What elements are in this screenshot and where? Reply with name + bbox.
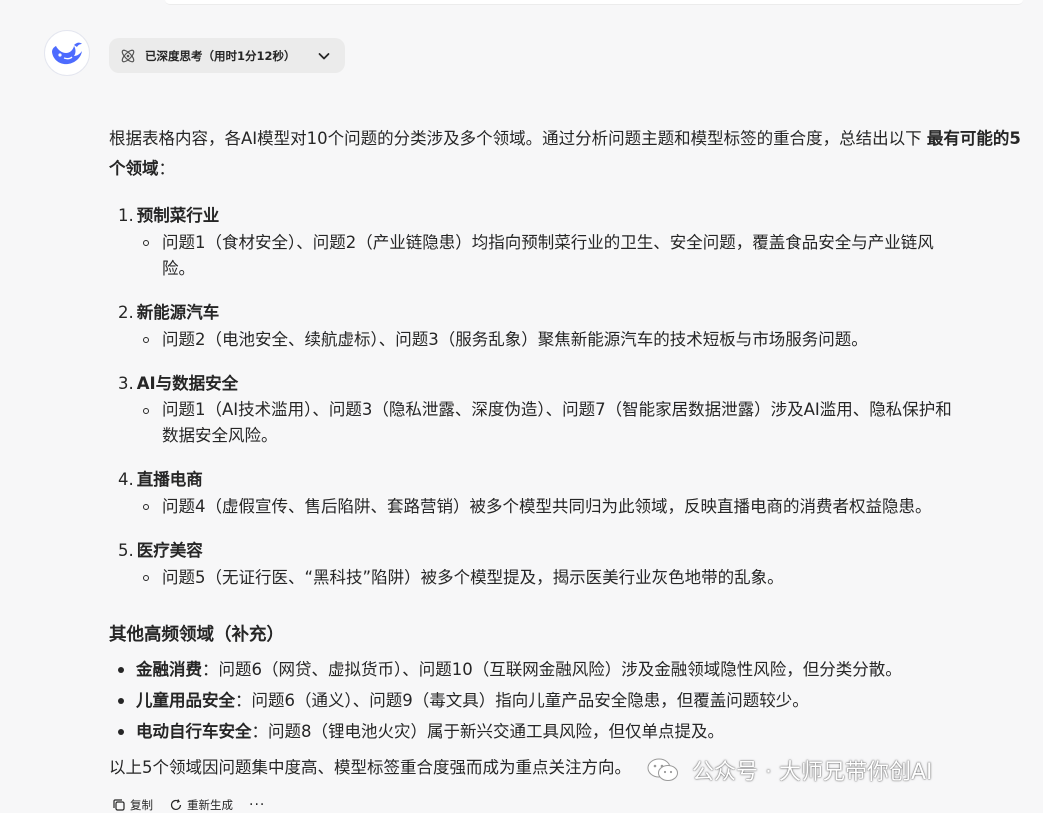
item-text: ：问题6（通义）、问题9（毒文具）指向儿童产品安全隐患，但覆盖问题较少。 [235,691,809,710]
message-actions: 复制 重新生成 ··· [112,797,265,813]
item-label: 金融消费 [136,660,202,679]
assistant-avatar [44,30,90,76]
thinking-label: 已深度思考（用时1分12秒） [145,48,296,63]
section-1-line-2: 险。 [162,259,195,278]
regenerate-button[interactable]: 重新生成 [169,797,233,813]
intro-tail: ： [158,159,176,178]
intro-text: 根据表格内容，各AI模型对10个问题的分类涉及多个领域。通过分析问题主题和模型标… [109,129,922,148]
section-1-title: 1. 预制菜行业 [118,206,220,225]
item-text: ：问题6（网贷、虚拟货币）、问题10（互联网金融风险）涉及金融领域隐性风险，但分… [202,660,902,679]
sub-bullet [143,575,149,581]
copy-label: 复制 [130,798,153,812]
summary-text: 以上5个领域因问题集中度高、模型标签重合度强而成为重点关注方向。 [109,758,631,777]
sub-bullet [143,337,149,343]
section-2-title: 2. 新能源汽车 [118,303,220,322]
wechat-icon [646,756,680,784]
whale-logo-icon [52,42,82,65]
regenerate-label: 重新生成 [187,798,233,812]
section-3-title: 3. AI与数据安全 [118,374,239,393]
atom-icon [119,47,137,65]
item-text: ：问题8（锂电池火灾）属于新兴交通工具风险，但仅单点提及。 [251,722,725,741]
section-1-line-1: 问题1（食材安全）、问题2（产业链隐患）均指向预制菜行业的卫生、安全问题，覆盖食… [162,233,934,252]
chevron-down-icon [317,49,331,63]
section-3-line-1: 问题1（AI技术滥用）、问题3（隐私泄露、深度伪造）、问题7（智能家居数据泄露）… [162,400,952,419]
sub-bullet [143,408,149,414]
section-5-line-1: 问题5（无证行医、“黑科技”陷阱）被多个模型提及，揭示医美行业灰色地带的乱象。 [162,568,784,587]
sub-bullet [143,240,149,246]
intro-paragraph: 根据表格内容，各AI模型对10个问题的分类涉及多个领域。通过分析问题主题和模型标… [109,124,1021,184]
previous-message-card-edge [165,0,1023,5]
bullet-dot [118,698,124,704]
bullet-dot [118,729,124,735]
section-3-line-2: 数据安全风险。 [162,426,278,445]
copy-icon [112,798,126,812]
watermark: 公众号 · 大师兄带你创AI [646,755,933,785]
bullet-dot [118,667,124,673]
thinking-toggle-button[interactable]: 已深度思考（用时1分12秒） [109,38,345,73]
more-options-button[interactable]: ··· [249,797,265,813]
section-4-line-1: 问题4（虚假宣传、售后陷阱、套路营销）被多个模型共同归为此领域，反映直播电商的消… [162,497,932,516]
other-domains-heading: 其他高频领域（补充） [109,625,284,645]
sub-bullet [143,504,149,510]
copy-button[interactable]: 复制 [112,797,153,813]
refresh-icon [169,798,183,812]
section-2-line-1: 问题2（电池安全、续航虚标）、问题3（服务乱象）聚焦新能源汽车的技术短板与市场服… [162,330,868,349]
section-4-title: 4. 直播电商 [118,470,203,489]
item-label: 儿童用品安全 [136,691,235,710]
item-label: 电动自行车安全 [136,722,252,741]
section-5-title: 5. 医疗美容 [118,541,203,560]
watermark-text: 公众号 · 大师兄带你创AI [692,760,933,785]
